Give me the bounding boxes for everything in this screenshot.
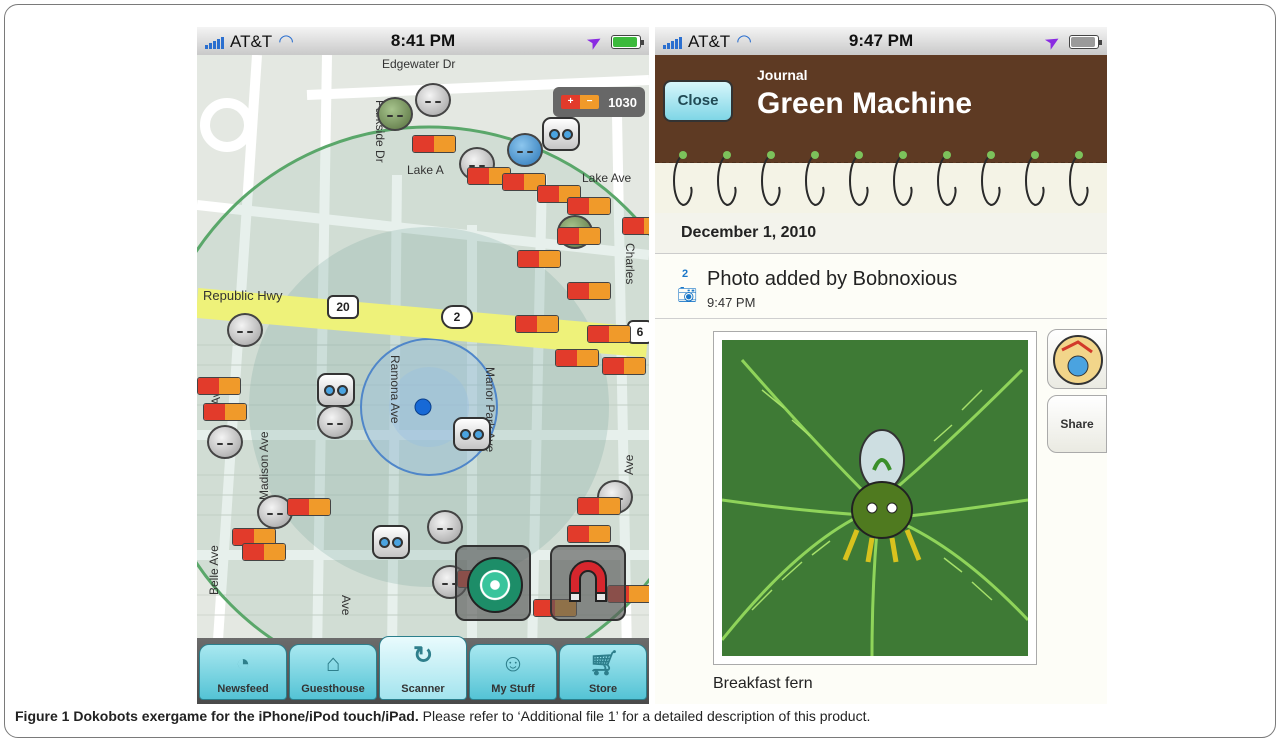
tab-guesthouse[interactable]: ⌂ Guesthouse [289, 644, 377, 700]
spiral-binding [655, 143, 1107, 213]
share-button[interactable]: Share [1047, 395, 1107, 453]
robot-dokobot[interactable] [542, 117, 580, 151]
refresh-icon: ↻ [412, 642, 434, 669]
tab-label: Newsfeed [217, 683, 269, 695]
crosshair-icon [467, 557, 523, 613]
figure-caption-text: Please refer to ‘Additional file 1’ for … [418, 708, 871, 724]
map-label: Ave [339, 595, 353, 616]
route-shield-20: 20 [327, 295, 359, 319]
journal-title: Green Machine [757, 87, 973, 120]
battery-counter: + − 1030 [553, 87, 645, 117]
dokobot[interactable] [227, 313, 263, 347]
status-time: 8:41 PM [390, 31, 456, 50]
battery-icon [611, 35, 644, 49]
photo-count: 2 [682, 268, 689, 280]
figure-caption: Figure 1 Dokobots exergame for the iPhon… [15, 708, 870, 724]
journal-page: December 1, 2010 2 📷︎ Photo added by Bob… [655, 213, 1107, 704]
dokobot[interactable] [377, 97, 413, 131]
photo-frame[interactable] [713, 331, 1037, 665]
map-label: Lake Ave [582, 171, 632, 185]
avatar-icon [1053, 335, 1103, 385]
dokobot[interactable] [507, 133, 543, 167]
battery-pickup[interactable] [577, 497, 621, 515]
map-label: Edgewater Dr [382, 57, 456, 71]
rss-icon: ◔ [235, 650, 251, 677]
tab-label: Guesthouse [301, 683, 365, 695]
target-tool-button[interactable] [455, 545, 531, 621]
battery-pickup[interactable] [587, 325, 631, 343]
battery-pickup[interactable] [203, 403, 247, 421]
battery-pickup[interactable] [557, 227, 601, 245]
battery-count: 1030 [608, 94, 637, 110]
dokobot[interactable] [207, 425, 243, 459]
tab-label: My Stuff [491, 683, 535, 695]
battery-pickup[interactable] [517, 250, 561, 268]
location-arrow-icon: ➤ [1042, 31, 1063, 54]
dokobot[interactable] [415, 83, 451, 117]
status-bar: AT&T ◠ 9:47 PM ➤ [655, 27, 1107, 55]
robot-dokobot[interactable] [317, 373, 355, 407]
entry-date-row: December 1, 2010 [655, 213, 1107, 254]
fern-photo [722, 340, 1028, 656]
map-label: Ave [622, 454, 636, 475]
battery-icon [1069, 35, 1102, 49]
location-arrow-icon: ➤ [584, 31, 605, 54]
battery-pickup[interactable] [567, 282, 611, 300]
entry-time: 9:47 PM [707, 295, 756, 310]
home-icon: ⌂ [325, 650, 341, 677]
battery-pickup[interactable] [555, 349, 599, 367]
magnet-icon [562, 557, 614, 609]
map-label: Madison Ave [257, 431, 271, 501]
tab-label: Store [588, 683, 618, 695]
map-label: Belle Ave [207, 545, 221, 595]
battery-pickup[interactable] [567, 197, 611, 215]
battery-pickup[interactable] [242, 543, 286, 561]
tab-bar: ◔ Newsfeed ⌂ Guesthouse ↻ Scanner ☺ My S… [197, 636, 649, 704]
battery-pickup-icon: + − [561, 95, 599, 109]
magnet-tool-button[interactable] [550, 545, 626, 621]
journal-subtitle: Journal [757, 67, 808, 83]
map-label: Lake A [407, 163, 444, 177]
map-view[interactable]: Edgewater Dr Parkside Dr Lake A Lake Ave… [197, 55, 649, 655]
journal-screen: AT&T ◠ 9:47 PM ➤ Close Journal Green Mac… [655, 27, 1107, 704]
tab-scanner[interactable]: ↻ Scanner [379, 636, 467, 700]
battery-pickup[interactable] [287, 498, 331, 516]
status-time: 9:47 PM [848, 31, 914, 50]
close-button[interactable]: Close [663, 80, 733, 122]
battery-pickup[interactable] [602, 357, 646, 375]
cart-icon: 🛒︎ [589, 650, 620, 677]
route-shield-2: 2 [441, 305, 473, 329]
robot-dokobot[interactable] [453, 417, 491, 451]
figure-caption-bold: Figure 1 Dokobots exergame for the iPhon… [15, 708, 419, 724]
map-label: Ramona Ave [388, 355, 402, 424]
avatar-button[interactable] [1047, 329, 1107, 389]
battery-pickup[interactable] [515, 315, 559, 333]
tab-my-stuff[interactable]: ☺ My Stuff [469, 644, 557, 700]
battery-pickup[interactable] [197, 377, 241, 395]
scanner-screen: AT&T ◠ 8:41 PM ➤ Edgewater Dr Parkside D… [197, 27, 649, 704]
battery-pickup[interactable] [567, 525, 611, 543]
tab-newsfeed[interactable]: ◔ Newsfeed [199, 644, 287, 700]
photo-caption: Breakfast fern [713, 675, 813, 692]
dokobot[interactable] [427, 510, 463, 544]
battery-pickup[interactable] [622, 217, 649, 235]
entry-title: Photo added by Bobnoxious [707, 268, 958, 290]
map-label: Republic Hwy [203, 288, 283, 303]
robot-dokobot[interactable] [372, 525, 410, 559]
tab-label: Scanner [401, 683, 445, 695]
status-bar: AT&T ◠ 8:41 PM ➤ [197, 27, 649, 55]
entry-date: December 1, 2010 [681, 224, 817, 241]
dokobot[interactable] [317, 405, 353, 439]
tab-store[interactable]: 🛒︎ Store [559, 644, 647, 700]
battery-pickup[interactable] [412, 135, 456, 153]
divider [655, 318, 1107, 319]
map-label: Charles [623, 243, 637, 285]
face-icon: ☺ [500, 650, 526, 677]
camera-icon: 📷︎ [677, 287, 698, 304]
